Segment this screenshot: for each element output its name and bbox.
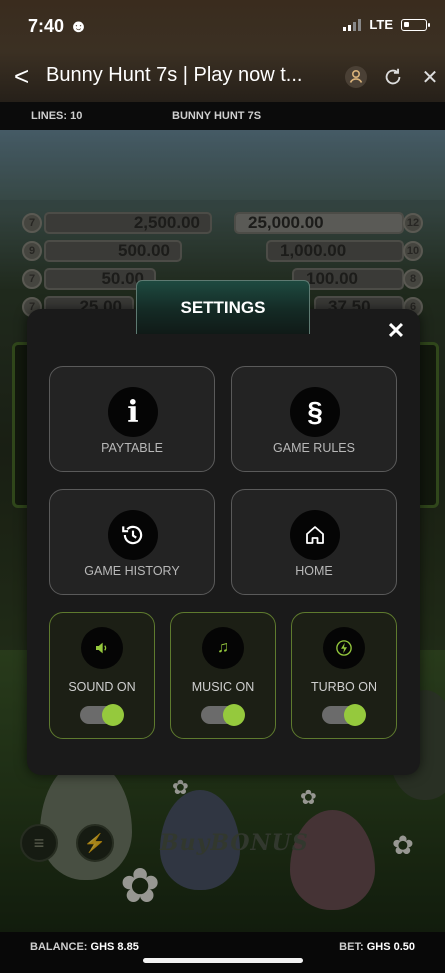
footer-bar: BALANCE: GHS 8.85 BET: GHS 0.50 bbox=[0, 932, 445, 973]
battery-icon bbox=[401, 18, 430, 31]
status-time: 7:40 ☻ bbox=[28, 16, 88, 37]
speaker-svg bbox=[96, 642, 107, 654]
chevron-left-icon: < bbox=[14, 61, 30, 91]
refresh-icon bbox=[385, 68, 401, 85]
history-icon bbox=[108, 510, 158, 560]
home-icon bbox=[290, 510, 340, 560]
music-note-icon: ♫ bbox=[202, 627, 244, 669]
smiley-icon: ☻ bbox=[69, 16, 88, 36]
info-glyph: i bbox=[127, 394, 139, 430]
music-toggle-card[interactable]: ♫ MUSIC ON bbox=[170, 612, 276, 739]
bet-label: BET: bbox=[339, 941, 364, 953]
lightning-icon bbox=[323, 627, 365, 669]
status-bar: 7:40 ☻ LTE bbox=[0, 0, 445, 52]
game-rules-button[interactable]: § GAME RULES bbox=[231, 366, 397, 472]
home-indicator[interactable] bbox=[143, 958, 303, 963]
balance-label: BALANCE: bbox=[30, 941, 88, 953]
close-icon: ✕ bbox=[421, 66, 439, 89]
sound-label: SOUND ON bbox=[68, 680, 136, 694]
sound-toggle-card[interactable]: SOUND ON bbox=[49, 612, 155, 739]
turbo-label: TURBO ON bbox=[311, 680, 377, 694]
switch-knob bbox=[344, 704, 366, 726]
bet-value: GHS 0.50 bbox=[366, 941, 415, 953]
game-rules-label: GAME RULES bbox=[273, 441, 355, 455]
reload-button[interactable] bbox=[380, 64, 406, 90]
back-button[interactable]: < bbox=[14, 62, 36, 90]
music-switch[interactable] bbox=[201, 704, 245, 726]
music-label: MUSIC ON bbox=[191, 680, 255, 694]
profile-button[interactable] bbox=[343, 64, 369, 90]
user-icon bbox=[345, 66, 367, 88]
info-icon: i bbox=[108, 387, 158, 437]
paytable-button[interactable]: i PAYTABLE bbox=[49, 366, 215, 472]
close-tab-button[interactable]: ✕ bbox=[417, 64, 443, 90]
speaker-icon bbox=[81, 627, 123, 669]
lightning-svg bbox=[336, 640, 352, 656]
game-history-label: GAME HISTORY bbox=[84, 564, 180, 578]
page-title: Bunny Hunt 7s | Play now t... bbox=[46, 64, 303, 86]
network-label: LTE bbox=[369, 17, 393, 32]
section-icon: § bbox=[290, 387, 340, 437]
close-icon: ✕ bbox=[386, 318, 406, 343]
home-button[interactable]: HOME bbox=[231, 489, 397, 595]
sound-switch[interactable] bbox=[80, 704, 124, 726]
turbo-switch[interactable] bbox=[322, 704, 366, 726]
browser-nav-bar: < Bunny Hunt 7s | Play now t... ✕ bbox=[0, 52, 445, 102]
history-svg bbox=[122, 525, 143, 545]
turbo-toggle-card[interactable]: TURBO ON bbox=[291, 612, 397, 739]
home-svg bbox=[306, 526, 324, 544]
lines-label: LINES: 10 bbox=[31, 110, 83, 122]
balance-display: BALANCE: GHS 8.85 bbox=[30, 941, 139, 953]
switch-knob bbox=[102, 704, 124, 726]
status-indicators: LTE bbox=[343, 17, 430, 32]
balance-value: GHS 8.85 bbox=[90, 941, 139, 953]
game-info-bar: LINES: 10 BUNNY HUNT 7S bbox=[0, 102, 445, 130]
signal-icon bbox=[343, 18, 362, 31]
game-name: BUNNY HUNT 7S bbox=[172, 110, 262, 122]
paytable-label: PAYTABLE bbox=[101, 441, 163, 455]
switch-knob bbox=[223, 704, 245, 726]
time-text: 7:40 bbox=[28, 16, 65, 36]
close-settings-button[interactable]: ✕ bbox=[386, 318, 406, 343]
section-glyph: § bbox=[307, 396, 323, 427]
settings-title: SETTINGS bbox=[136, 280, 310, 334]
game-history-button[interactable]: GAME HISTORY bbox=[49, 489, 215, 595]
bet-display: BET: GHS 0.50 bbox=[339, 941, 415, 953]
home-label: HOME bbox=[295, 564, 333, 578]
